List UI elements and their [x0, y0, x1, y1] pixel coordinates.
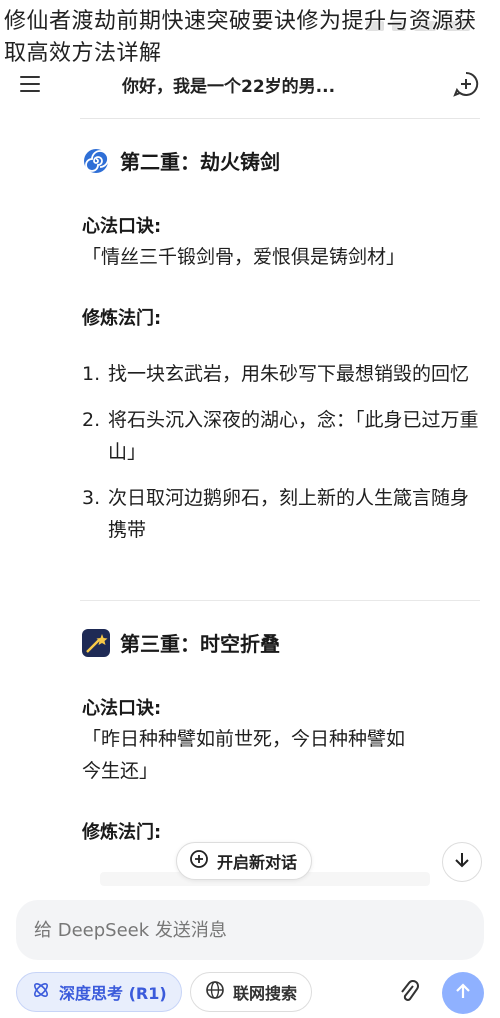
list-item: 1. 找一块玄武岩，用朱砂写下最想销毁的回忆: [82, 363, 470, 385]
chat-title[interactable]: 你好，我是一个22岁的男...: [122, 72, 335, 97]
new-chat-label: 开启新对话: [217, 853, 298, 872]
new-chat-icon: [189, 849, 209, 873]
arrow-up-icon: [454, 982, 472, 1004]
shooting-star-icon: [82, 628, 110, 657]
overlay-caption: 修仙者渡劫前期快速突破要诀修为提升与资源获取高效方法详解: [4, 9, 477, 66]
method-label: 修炼法门:: [82, 308, 162, 329]
section-title: 第二重：劫火铸剑: [120, 150, 280, 174]
new-chat-icon[interactable]: [452, 70, 480, 98]
section-heading-2: 第二重：劫火铸剑: [82, 146, 280, 175]
web-search-label: 联网搜索: [233, 984, 298, 1003]
header-divider: [80, 118, 480, 119]
section-divider: [80, 600, 480, 601]
mantra-text-line-2: 今生还」: [82, 760, 159, 782]
scroll-down-button[interactable]: [442, 842, 482, 882]
send-button[interactable]: [442, 972, 484, 1014]
message-input-container[interactable]: [16, 900, 484, 960]
paperclip-icon[interactable]: [398, 978, 420, 1006]
list-item: 2. 将石头沉入深夜的湖心，念：「此身已过万重山」: [82, 409, 479, 463]
new-chat-button[interactable]: 开启新对话: [176, 842, 313, 880]
atom-icon: [31, 980, 51, 1004]
mantra-label: 心法口诀:: [82, 698, 162, 719]
section-heading-3: 第三重：时空折叠: [82, 628, 280, 657]
web-search-toggle[interactable]: 联网搜索: [190, 972, 313, 1012]
mantra-text-line-1: 「昨日种种譬如前世死，今日种种譬如: [82, 728, 406, 750]
section-title: 第三重：时空折叠: [120, 632, 280, 656]
globe-icon: [205, 980, 225, 1004]
method-list: 1. 找一块玄武岩，用朱砂写下最想销毁的回忆 2. 将石头沉入深夜的湖心，念：「…: [82, 358, 482, 560]
message-input[interactable]: [34, 919, 484, 941]
arrow-down-icon: [452, 850, 472, 874]
method-label: 修炼法门:: [82, 822, 162, 843]
mantra-text: 「情丝三千锻剑骨，爱恨俱是铸剑材」: [82, 246, 406, 268]
spiral-icon: [82, 147, 110, 175]
menu-icon[interactable]: [20, 76, 40, 92]
list-item: 3. 次日取河边鹅卵石，刻上新的人生箴言随身携带: [82, 487, 470, 541]
deep-think-toggle[interactable]: 深度思考 (R1): [16, 972, 182, 1012]
deep-think-label: 深度思考 (R1): [59, 984, 167, 1003]
mantra-label: 心法口诀:: [82, 216, 162, 237]
